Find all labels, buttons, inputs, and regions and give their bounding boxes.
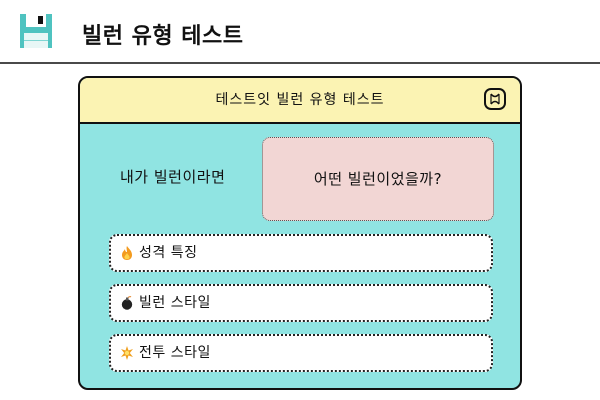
page: 빌런 유형 테스트 테스트잇 빌런 유형 테스트 내가 빌런이라면 어떤 빌런이… <box>0 0 600 400</box>
header: 빌런 유형 테스트 <box>0 0 600 64</box>
close-icon <box>490 93 500 105</box>
answer-box: 어떤 빌런이었을까? <box>262 137 494 221</box>
fire-icon <box>122 246 132 260</box>
option-label: 전투 스타일 <box>139 345 211 361</box>
floppy-disk-icon <box>20 14 52 48</box>
option-battle-style[interactable]: 전투 스타일 <box>109 334 493 372</box>
option-label: 성격 특징 <box>139 245 198 261</box>
test-card: 테스트잇 빌런 유형 테스트 내가 빌런이라면 어떤 빌런이었을까? 성격 특징 <box>78 76 522 390</box>
explosion-icon <box>121 346 133 360</box>
card-title: 테스트잇 빌런 유형 테스트 <box>215 92 385 108</box>
page-title: 빌런 유형 테스트 <box>82 24 244 49</box>
bomb-icon <box>121 296 133 310</box>
question-label: 내가 빌런이라면 <box>120 168 226 186</box>
option-personality[interactable]: 성격 특징 <box>109 234 493 272</box>
close-button[interactable] <box>484 88 506 110</box>
option-villain-style[interactable]: 빌런 스타일 <box>109 284 493 322</box>
option-label: 빌런 스타일 <box>139 295 211 311</box>
card-titlebar: 테스트잇 빌런 유형 테스트 <box>80 78 520 124</box>
